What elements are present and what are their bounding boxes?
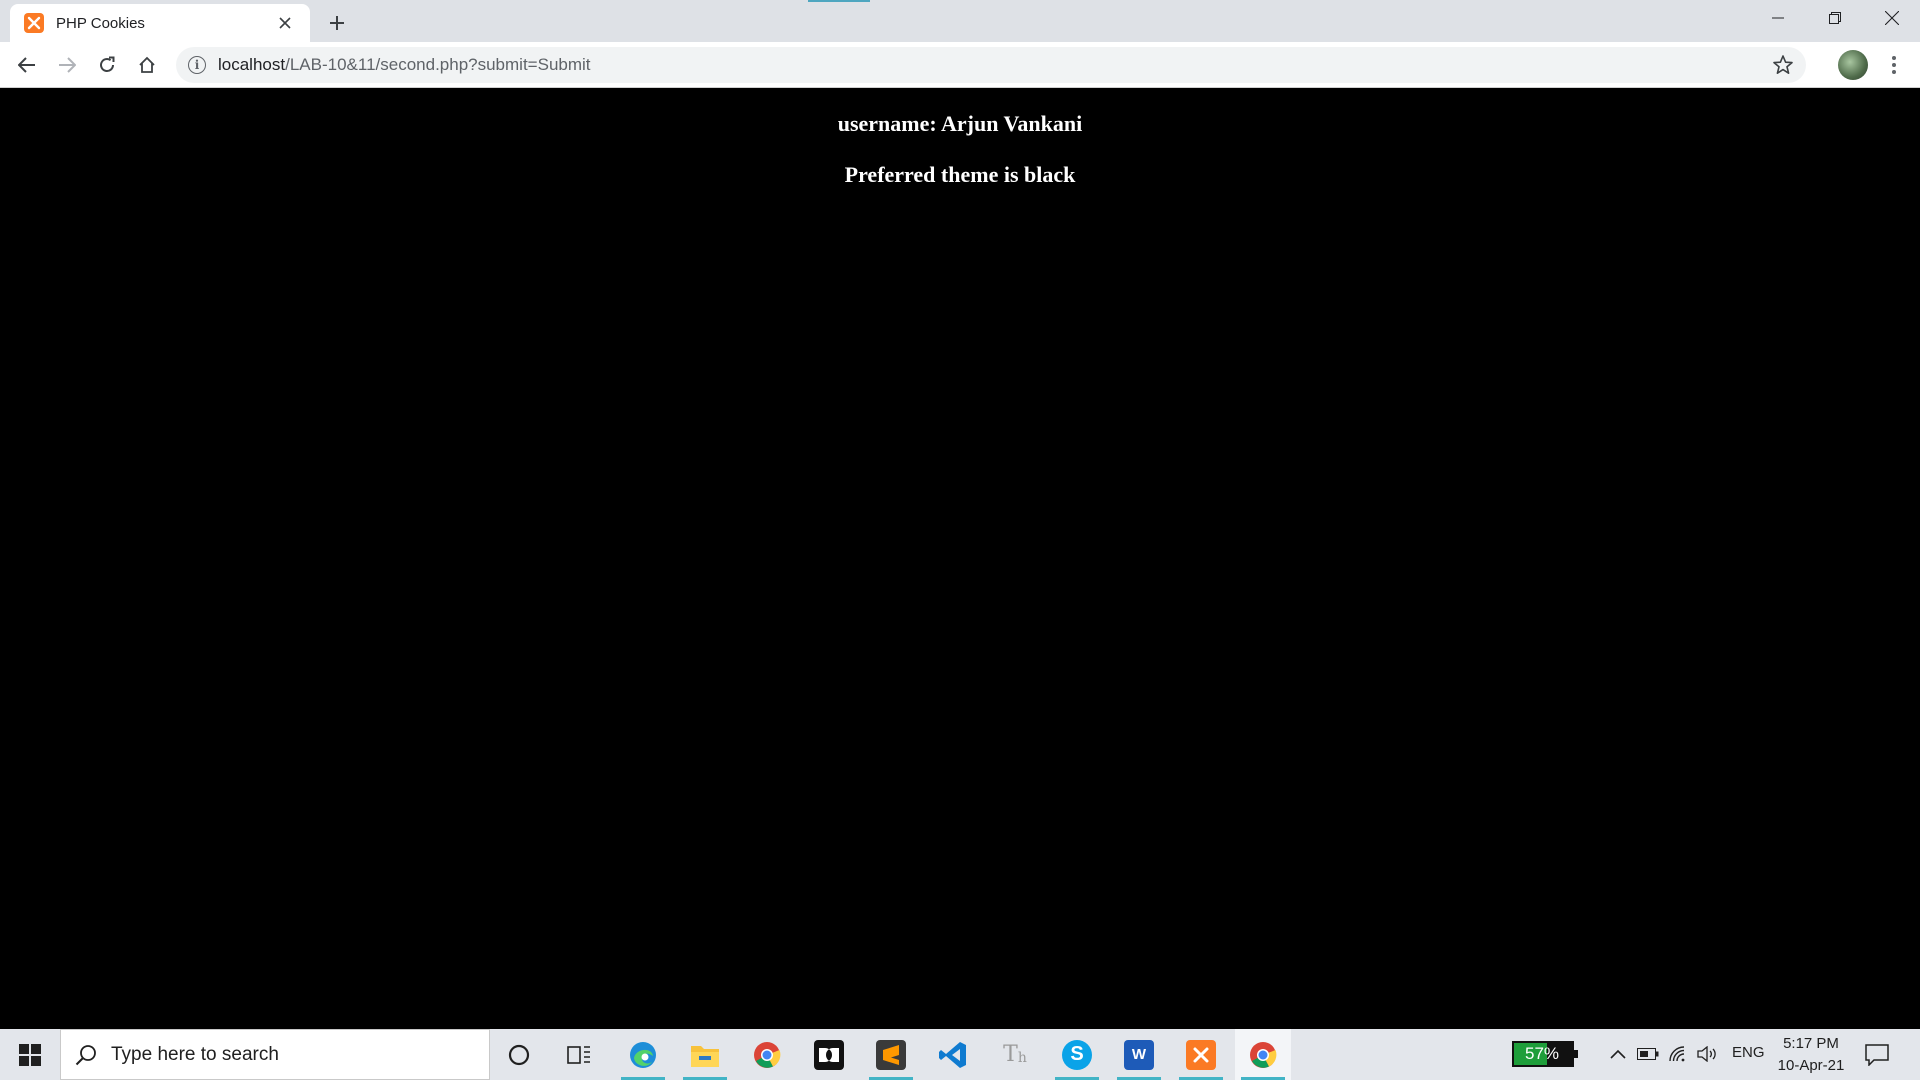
restore-button[interactable] <box>1806 0 1863 36</box>
forward-icon[interactable] <box>51 49 83 81</box>
tab-close-icon[interactable] <box>274 12 296 34</box>
tab-title: PHP Cookies <box>56 14 145 32</box>
task-view-icon[interactable] <box>551 1029 607 1080</box>
back-icon[interactable] <box>11 49 43 81</box>
browser-tab-strip: PHP Cookies <box>0 0 1920 42</box>
theme-heading: Preferred theme is black <box>844 162 1076 187</box>
clock-date: 10-Apr-21 <box>1777 1057 1845 1074</box>
file-explorer-icon[interactable] <box>677 1029 733 1080</box>
address-bar[interactable]: i localhost/LAB-10&11/second.php?submit=… <box>176 47 1806 83</box>
chrome-icon[interactable] <box>739 1029 795 1080</box>
edge-icon[interactable] <box>615 1029 671 1080</box>
taskbar: Type here to search Th S W 57% ENG 5:17 … <box>0 1029 1920 1080</box>
battery-icon[interactable] <box>1636 1043 1660 1065</box>
tab-loading-indicator <box>808 0 870 2</box>
battery-widget[interactable]: 57% <box>1512 1041 1578 1067</box>
browser-toolbar: i localhost/LAB-10&11/second.php?submit=… <box>0 42 1920 88</box>
search-icon <box>75 1044 96 1065</box>
cortana-icon[interactable] <box>491 1029 547 1080</box>
language-indicator[interactable]: ENG <box>1732 1044 1765 1061</box>
xampp-favicon-icon <box>24 13 44 33</box>
sublime-text-icon[interactable] <box>863 1029 919 1080</box>
skype-icon[interactable]: S <box>1049 1029 1105 1080</box>
profile-avatar[interactable] <box>1838 50 1868 80</box>
browser-menu-icon[interactable] <box>1882 50 1906 80</box>
minimize-button[interactable] <box>1749 0 1806 36</box>
new-tab-button[interactable] <box>322 8 352 38</box>
taskbar-search-box[interactable]: Type here to search <box>60 1029 490 1080</box>
search-placeholder: Type here to search <box>111 1043 279 1065</box>
clock-time: 5:17 PM <box>1783 1035 1839 1052</box>
notification-center-icon[interactable] <box>1862 1040 1892 1070</box>
bookmark-star-icon[interactable] <box>1772 54 1794 76</box>
browser-tab[interactable]: PHP Cookies <box>10 4 310 42</box>
home-icon[interactable] <box>131 49 163 81</box>
url-host: localhost <box>218 55 286 74</box>
typora-icon[interactable]: Th <box>987 1029 1043 1080</box>
vscode-icon[interactable] <box>925 1029 981 1080</box>
battery-percent: 57% <box>1524 1044 1560 1063</box>
reload-icon[interactable] <box>91 49 123 81</box>
username-heading: username: Arjun Vankani <box>837 111 1083 136</box>
site-info-icon[interactable]: i <box>188 56 206 74</box>
volume-icon[interactable] <box>1696 1043 1720 1065</box>
window-controls <box>1749 0 1920 36</box>
page-viewport: username: Arjun Vankani Preferred theme … <box>0 89 1920 1029</box>
chevron-up-icon[interactable] <box>1606 1043 1630 1065</box>
xampp-icon[interactable] <box>1173 1029 1229 1080</box>
wifi-icon[interactable] <box>1666 1043 1690 1065</box>
url-path: /LAB-10&11/second.php?submit=Submit <box>285 55 591 74</box>
word-icon[interactable]: W <box>1111 1029 1167 1080</box>
system-clock[interactable]: 5:17 PM 10-Apr-21 <box>1776 1033 1846 1077</box>
dolby-icon[interactable] <box>801 1029 857 1080</box>
windows-start-icon[interactable] <box>0 1029 60 1080</box>
close-window-button[interactable] <box>1863 0 1920 36</box>
chrome-active-icon[interactable] <box>1235 1029 1291 1080</box>
